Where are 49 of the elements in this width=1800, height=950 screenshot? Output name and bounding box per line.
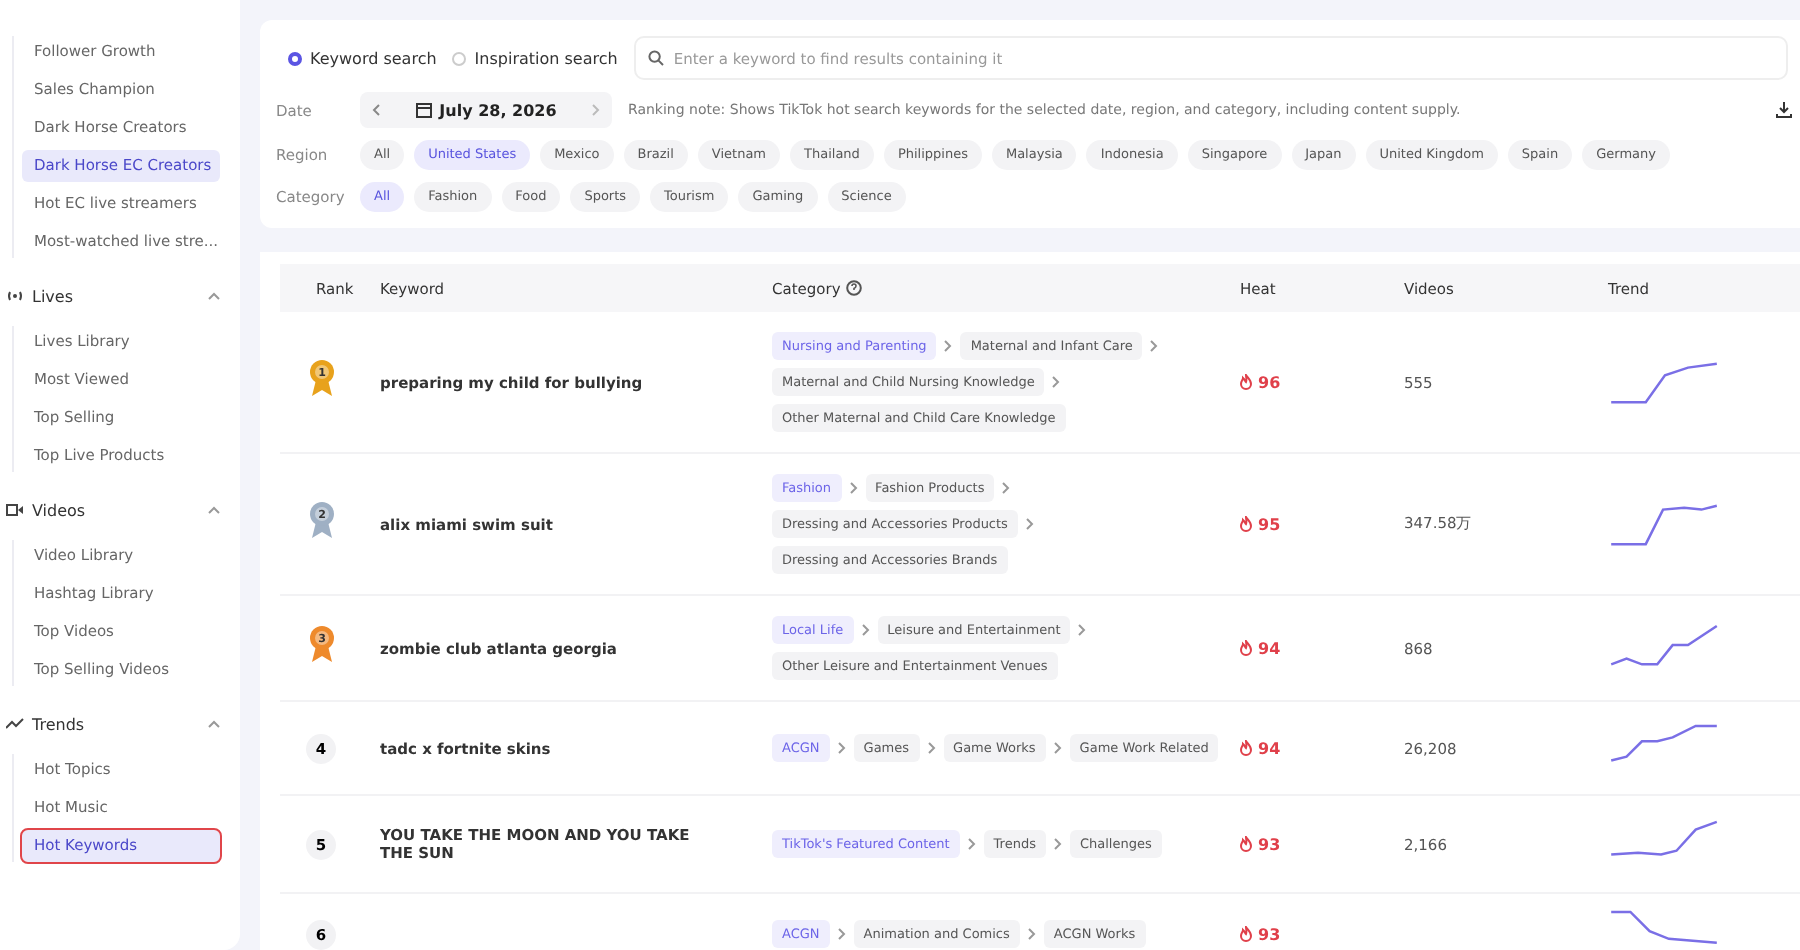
chevron-right-icon [1053,838,1062,850]
chevron-right-icon[interactable] [591,104,600,116]
heat-value: 94 [1240,639,1404,657]
video-camera-icon [6,504,24,516]
search-mode-radio[interactable]: Inspiration search [452,49,618,67]
flame-icon [1240,926,1252,942]
chevron-right-icon [1078,624,1087,636]
download-icon[interactable] [1776,102,1792,118]
chevron-right-icon [944,340,953,352]
chevron-up-icon[interactable] [208,292,220,300]
broadcast-icon [6,290,24,302]
heat-value: 96 [1240,373,1404,391]
chevron-right-icon [1027,928,1036,940]
trend-sparkline [1608,624,1720,672]
section-title[interactable]: Trends [6,715,85,733]
section-title[interactable]: Lives [6,287,74,305]
trend-icon [6,718,24,730]
help-icon [846,280,863,296]
heat-value: 94 [1240,739,1404,757]
chevron-right-icon [837,928,846,940]
trend-sparkline [1608,910,1720,950]
chevron-right-icon [1150,340,1159,352]
chevron-right-icon [849,482,858,494]
chevron-up-icon[interactable] [208,506,220,514]
chevron-right-icon [967,838,976,850]
chevron-up-icon[interactable] [208,720,220,728]
flame-icon [1240,740,1252,756]
flame-icon [1240,374,1252,390]
heat-value: 95 [1240,515,1404,533]
chevron-right-icon [837,742,846,754]
search-mode-radio[interactable]: Keyword search [288,49,437,67]
date-picker[interactable]: July 28, 2026 [360,92,612,128]
search-icon [647,50,664,66]
flame-icon [1240,516,1252,532]
chevron-right-icon [1025,518,1034,530]
trend-sparkline [1608,500,1720,548]
chevron-right-icon [927,742,936,754]
section-title[interactable]: Videos [6,501,86,519]
chevron-left-icon[interactable] [372,104,380,116]
heat-value: 93 [1240,925,1404,943]
chevron-right-icon [1053,742,1062,754]
calendar-icon [415,102,432,118]
flame-icon [1240,640,1252,656]
heat-value: 93 [1240,835,1404,853]
chevron-right-icon [861,624,870,636]
trend-sparkline [1608,358,1720,406]
flame-icon [1240,836,1252,852]
chevron-right-icon [1052,376,1061,388]
chevron-right-icon [1002,482,1011,494]
